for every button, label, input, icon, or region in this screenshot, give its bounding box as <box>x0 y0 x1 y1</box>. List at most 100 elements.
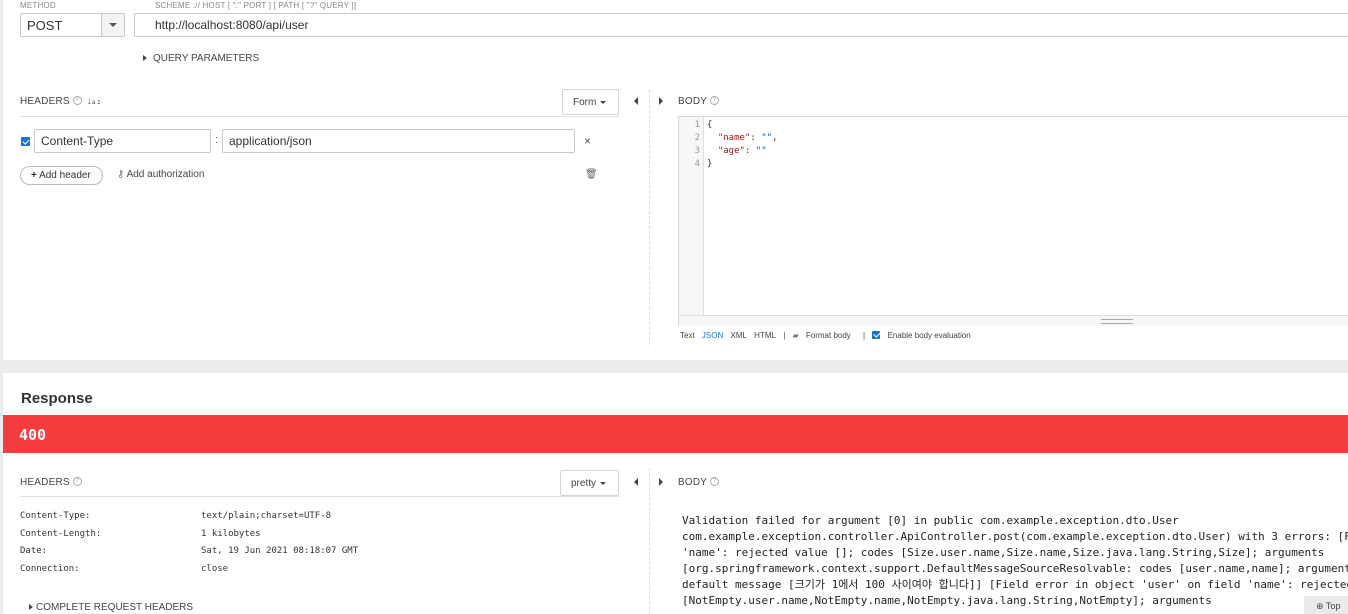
request-headers-label: HEADERS <box>20 96 70 107</box>
trash-icon[interactable]: 🗑 <box>585 169 598 180</box>
header-value: text/plain;charset=UTF-8 <box>201 511 332 521</box>
header-name: Content-Type: <box>20 511 91 521</box>
response-headers-mode-value: pretty <box>571 478 597 489</box>
header-name: Connection: <box>20 564 80 574</box>
add-authorization-link[interactable]: ⚷ Add authorization <box>117 169 204 180</box>
separator: | <box>783 331 786 340</box>
help-icon[interactable]: ? <box>710 96 720 105</box>
body-editor[interactable]: 1 2 3 4 { "name": "", "age": "" } <box>678 116 1348 326</box>
enable-eval-checkbox[interactable] <box>872 330 881 339</box>
collapse-left-icon[interactable] <box>634 97 638 105</box>
code-line: "name": "", <box>707 133 778 143</box>
method-dropdown-toggle[interactable] <box>101 14 124 36</box>
method-label: METHOD <box>20 1 56 10</box>
panel-splitter[interactable] <box>649 468 650 614</box>
line-gutter: 1 2 3 4 <box>679 117 704 315</box>
chevron-down-icon <box>600 100 607 104</box>
response-headers-label: HEADERS <box>20 477 70 488</box>
json-key: "name" <box>717 133 751 143</box>
code-text: } <box>707 159 713 169</box>
expand-arrow-icon <box>29 604 33 611</box>
chevron-down-icon <box>600 481 607 485</box>
headers-mode-value: Form <box>573 97 597 108</box>
help-icon[interactable]: ? <box>72 477 82 486</box>
url-label: SCHEME :// HOST [ ":" PORT ] [ PATH [ "?… <box>155 1 357 10</box>
line-number: 2 <box>694 133 700 143</box>
scroll-top-button[interactable]: ⊕ Top <box>1304 596 1348 614</box>
grip-icon <box>1101 319 1133 324</box>
response-panel: Response 400 HEADERS? pretty Content-Typ… <box>3 373 1348 614</box>
plus-icon: + <box>31 170 37 181</box>
response-headers-title: HEADERS? <box>20 477 82 488</box>
request-panel: METHOD SCHEME :// HOST [ ":" PORT ] [ PA… <box>3 0 1348 360</box>
collapse-left-icon[interactable] <box>634 478 638 486</box>
complete-request-headers-label: COMPLETE REQUEST HEADERS <box>36 602 194 613</box>
expand-arrow-icon <box>143 55 147 62</box>
json-key: "age" <box>717 146 745 156</box>
response-body-text: Validation failed for argument [0] in pu… <box>682 514 1348 607</box>
query-parameters-label: QUERY PARAMETERS <box>153 53 260 64</box>
status-bar: 400 <box>3 415 1348 453</box>
header-enabled-checkbox[interactable] <box>21 137 30 146</box>
divider <box>20 116 619 117</box>
url-input[interactable]: http://localhost:8080/api/user <box>134 13 1348 37</box>
response-title: Response <box>21 390 93 407</box>
json-colon: : <box>750 133 762 143</box>
separator: | <box>863 331 866 340</box>
add-authorization-label: Add authorization <box>126 169 205 180</box>
headers-mode-dropdown[interactable]: Form <box>562 89 619 115</box>
request-headers-title: HEADERS? ↓a z <box>20 96 101 107</box>
header-value: 1 kilobytes <box>201 529 261 539</box>
remove-header-icon[interactable]: × <box>584 134 591 148</box>
top-button-label: Top <box>1325 601 1341 611</box>
format-json-tab[interactable]: JSON <box>702 331 723 340</box>
method-select[interactable]: POST <box>20 13 125 37</box>
expand-right-icon[interactable] <box>659 478 663 486</box>
header-value-input[interactable]: application/json <box>222 129 575 153</box>
editor-resize-handle[interactable] <box>679 315 1348 326</box>
header-name-input[interactable]: Content-Type <box>34 129 211 153</box>
arrow-up-icon: ⊕ <box>1316 601 1324 611</box>
header-name: Content-Length: <box>20 529 102 539</box>
format-html-tab[interactable]: HTML <box>754 331 776 340</box>
enable-eval-label: Enable body evaluation <box>887 331 971 340</box>
body-format-bar: Text JSON XML HTML | ▰ Format body | Ena… <box>680 330 981 340</box>
response-body-title: BODY? <box>678 477 720 488</box>
header-value: close <box>201 564 229 574</box>
enable-eval-toggle[interactable]: Enable body evaluation <box>872 330 975 340</box>
json-value: "" <box>755 146 767 156</box>
add-header-label: Add header <box>39 170 91 181</box>
chevron-down-icon <box>109 23 117 27</box>
format-text-tab[interactable]: Text <box>680 331 695 340</box>
brush-icon: ▰ <box>792 331 799 340</box>
status-code: 400 <box>19 426 47 444</box>
divider <box>20 496 619 497</box>
code-line: "age": "" <box>707 146 767 156</box>
key-icon: ⚷ <box>117 169 125 180</box>
json-colon: : <box>744 146 756 156</box>
request-body-title: BODY? <box>678 96 720 107</box>
query-parameters-toggle[interactable]: QUERY PARAMETERS <box>143 53 259 64</box>
add-header-button[interactable]: + Add header <box>20 166 103 185</box>
request-body-label: BODY <box>678 96 708 107</box>
panel-splitter[interactable] <box>649 90 650 345</box>
expand-right-icon[interactable] <box>659 97 663 105</box>
format-body-button[interactable]: ▰ Format body <box>793 331 856 340</box>
code-line: } <box>707 159 712 169</box>
line-number: 3 <box>694 146 700 156</box>
json-comma: , <box>772 133 778 143</box>
line-number: 1 <box>694 120 700 130</box>
code-line: { <box>707 120 712 130</box>
complete-request-headers-toggle[interactable]: COMPLETE REQUEST HEADERS <box>29 602 193 613</box>
method-value: POST <box>27 18 63 33</box>
format-body-label: Format body <box>805 331 851 340</box>
response-headers-mode-dropdown[interactable]: pretty <box>560 470 619 496</box>
sort-icon[interactable]: ↓a z <box>87 96 101 107</box>
header-value: Sat, 19 Jun 2021 08:18:07 GMT <box>201 546 359 556</box>
help-icon[interactable]: ? <box>710 477 720 486</box>
help-icon[interactable]: ? <box>72 96 82 105</box>
header-name: Date: <box>20 546 48 556</box>
json-value: "" <box>761 133 773 143</box>
response-header-row: Date: Sat, 19 Jun 2021 08:18:07 GMT <box>20 546 358 556</box>
format-xml-tab[interactable]: XML <box>730 331 746 340</box>
